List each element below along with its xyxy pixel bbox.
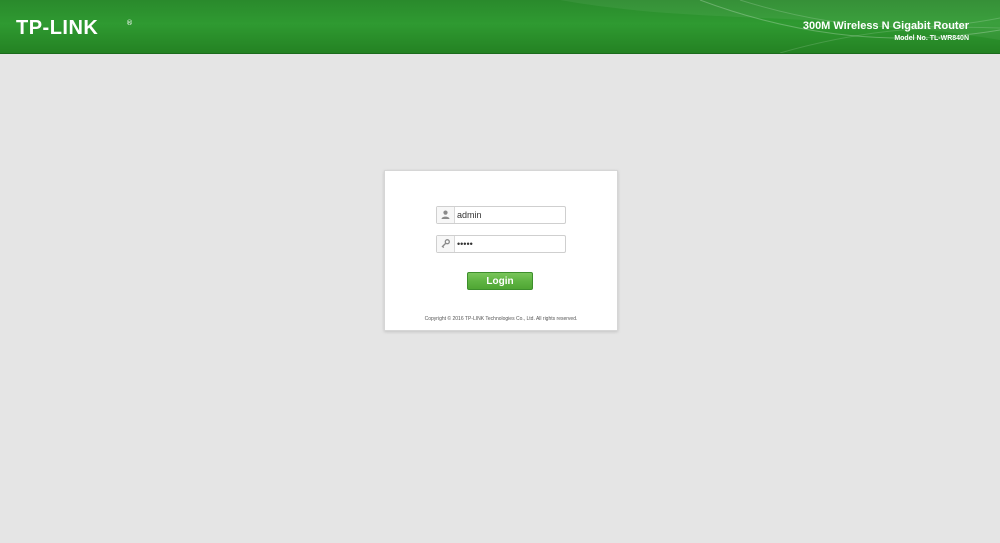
key-icon bbox=[437, 236, 455, 252]
model-number: Model No. TL-WR840N bbox=[894, 35, 969, 42]
password-input[interactable] bbox=[457, 236, 561, 252]
login-panel: Login Copyright © 2016 TP-LINK Technolog… bbox=[384, 170, 618, 331]
username-input[interactable] bbox=[457, 207, 561, 223]
product-name: 300M Wireless N Gigabit Router bbox=[802, 20, 969, 32]
tp-link-logo: TP-LINK bbox=[16, 17, 99, 39]
user-icon bbox=[437, 207, 455, 223]
password-field[interactable] bbox=[436, 235, 566, 253]
username-field[interactable] bbox=[436, 206, 566, 224]
header-bar: TP-LINK ® 300M Wireless N Gigabit Router… bbox=[0, 0, 1000, 54]
copyright-text: Copyright © 2016 TP-LINK Technologies Co… bbox=[424, 316, 578, 322]
registered-mark: ® bbox=[126, 19, 133, 27]
login-button[interactable]: Login bbox=[467, 272, 533, 290]
